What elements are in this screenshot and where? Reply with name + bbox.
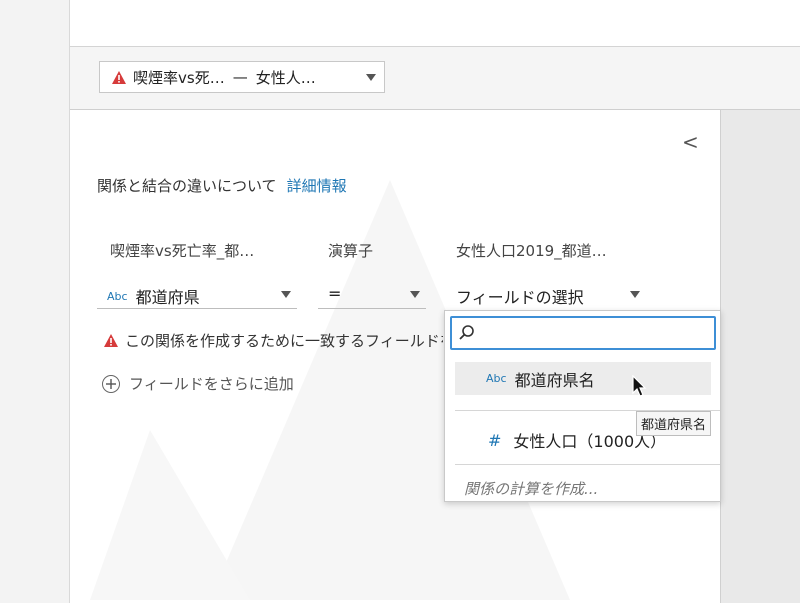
add-circle-icon bbox=[102, 374, 120, 393]
string-type-icon: Abc bbox=[486, 372, 507, 385]
field-search-input[interactable] bbox=[450, 316, 716, 350]
info-line: 関係と結合の違いについて 詳細情報 bbox=[97, 175, 347, 196]
warning-message: この関係を作成するために一致するフィールドを選択してください bbox=[103, 330, 443, 351]
relationship-left-table: 喫煙率vs死… bbox=[133, 68, 225, 87]
right-column-header: 女性人口2019_都道… bbox=[456, 242, 607, 260]
number-type-icon: # bbox=[488, 430, 502, 450]
relationship-select[interactable]: 喫煙率vs死… — 女性人… bbox=[99, 61, 385, 93]
right-field-dropdown[interactable]: フィールドの選択 bbox=[446, 281, 646, 309]
chevron-down-icon bbox=[366, 74, 376, 81]
info-text: 関係と結合の違いについて bbox=[97, 177, 277, 195]
relationship-separator: — bbox=[232, 68, 248, 86]
field-option[interactable]: Abc 都道府県名 bbox=[455, 362, 711, 395]
warning-icon bbox=[112, 70, 126, 84]
right-field-value: フィールドの選択 bbox=[456, 288, 584, 307]
chevron-down-icon bbox=[281, 291, 291, 298]
warning-text: この関係を作成するために一致するフィールドを選択してください bbox=[125, 332, 443, 350]
divider bbox=[455, 464, 720, 465]
left-rail bbox=[0, 0, 70, 603]
string-type-icon: Abc bbox=[107, 289, 128, 303]
canvas-area[interactable] bbox=[70, 0, 800, 47]
relationship-right-table: 女性人… bbox=[255, 68, 316, 87]
learn-more-link[interactable]: 詳細情報 bbox=[287, 177, 347, 195]
operator-dropdown[interactable]: = bbox=[318, 281, 426, 309]
collapse-panel-button[interactable]: < bbox=[682, 130, 699, 154]
right-gutter bbox=[721, 110, 800, 603]
operator-column-header: 演算子 bbox=[328, 242, 374, 260]
add-field-label: フィールドをさらに追加 bbox=[129, 375, 294, 393]
chevron-down-icon bbox=[410, 291, 420, 298]
field-option-label: 都道府県名 bbox=[514, 370, 595, 390]
left-field-dropdown[interactable]: Abc 都道府県 bbox=[97, 281, 297, 309]
left-field-value: 都道府県 bbox=[135, 288, 200, 307]
add-field-button[interactable]: フィールドをさらに追加 bbox=[102, 373, 294, 394]
operator-value: = bbox=[328, 284, 342, 303]
create-calculation-link[interactable]: 関係の計算を作成... bbox=[464, 478, 598, 499]
left-column-header: 喫煙率vs死亡率_都… bbox=[110, 242, 255, 260]
chevron-down-icon bbox=[630, 291, 640, 298]
tooltip: 都道府県名 bbox=[636, 411, 712, 436]
search-icon bbox=[459, 325, 474, 340]
warning-icon bbox=[104, 334, 118, 347]
mouse-cursor-icon bbox=[632, 375, 647, 397]
